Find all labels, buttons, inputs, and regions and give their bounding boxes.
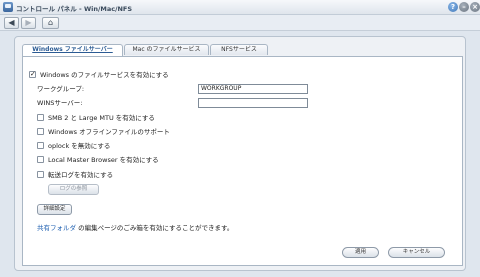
title-bar: コントロール パネル - Win/Mac/NFS ? – × — [0, 0, 480, 15]
tab-label: NFSサービス — [221, 46, 257, 53]
tab-nfs-service[interactable]: NFSサービス — [210, 44, 268, 55]
tab-windows-file-server[interactable]: Windows ファイルサーバー — [22, 44, 123, 56]
enable-windows-service-label: Windows のファイルサービスを有効にする — [40, 71, 169, 79]
local-master-browser-label: Local Master Browser を有効にする — [48, 156, 159, 164]
tab-label: Mac のファイルサービス — [132, 46, 201, 53]
tab-label: Windows ファイルサーバー — [32, 46, 113, 53]
offline-files-checkbox[interactable] — [37, 128, 44, 135]
transfer-log-checkbox[interactable] — [37, 171, 44, 178]
tab-mac-file-service[interactable]: Mac のファイルサービス — [124, 44, 209, 55]
oplock-checkbox[interactable] — [37, 142, 44, 149]
enable-windows-service-checkbox[interactable]: ✓ — [29, 71, 36, 78]
apply-button[interactable]: 適用 — [342, 247, 379, 258]
close-icon[interactable]: × — [470, 2, 480, 12]
navigation-bar: ◀ ▶ ⌂ — [0, 15, 480, 31]
back-icon[interactable]: ◀ — [4, 17, 19, 29]
wins-server-label: WINSサーバー: — [37, 99, 83, 107]
advanced-settings-button[interactable]: 詳細設定 — [37, 204, 72, 215]
oplock-label: oplock を無効にする — [48, 142, 111, 150]
shared-folder-link[interactable]: 共有フォルダ — [37, 224, 76, 232]
smb2-checkbox[interactable] — [37, 114, 44, 121]
workgroup-label: ワークグループ: — [37, 85, 85, 93]
local-master-browser-checkbox[interactable] — [37, 156, 44, 163]
cancel-button[interactable]: キャンセル — [388, 247, 445, 258]
forward-icon[interactable]: ▶ — [21, 17, 36, 29]
recycle-bin-note: 共有フォルダ の編集ページのごみ箱を有効にすることができます。 — [37, 223, 233, 233]
workgroup-input[interactable]: WORKGROUP — [198, 84, 308, 94]
recycle-bin-note-text: の編集ページのごみ箱を有効にすることができます。 — [76, 224, 234, 232]
help-icon[interactable]: ? — [448, 2, 458, 12]
home-icon[interactable]: ⌂ — [42, 17, 59, 29]
view-log-button[interactable]: ログの参照 — [48, 184, 99, 195]
wins-server-input[interactable] — [198, 98, 308, 108]
window-title: コントロール パネル - Win/Mac/NFS — [16, 5, 133, 13]
minimize-icon[interactable]: – — [459, 2, 469, 12]
smb2-label: SMB 2 と Large MTU を有効にする — [48, 114, 155, 122]
control-panel-icon — [3, 2, 13, 12]
offline-files-label: Windows オフラインファイルのサポート — [48, 128, 170, 136]
transfer-log-label: 転送ログを有効にする — [48, 171, 114, 179]
